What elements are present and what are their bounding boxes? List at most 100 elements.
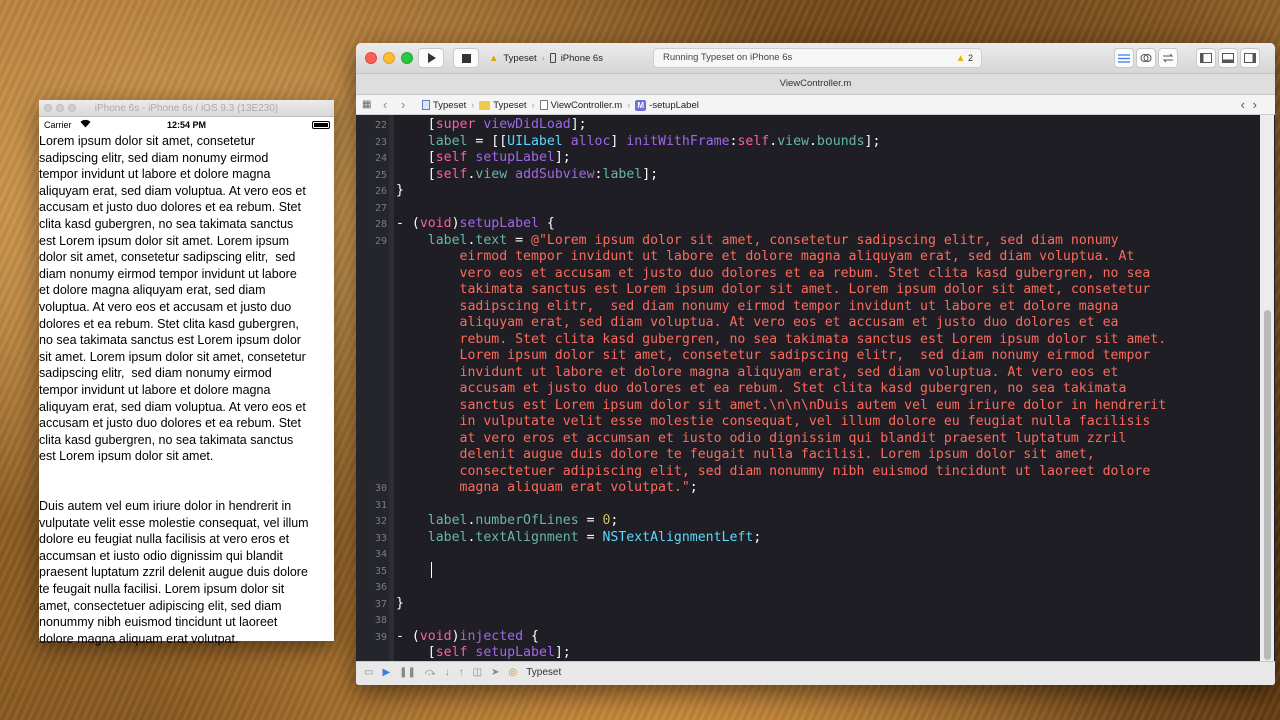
- breadcrumb-group[interactable]: Typeset: [479, 100, 527, 111]
- breadcrumb-project[interactable]: Typeset: [422, 100, 466, 111]
- paragraph-1: Lorem ipsum dolor sit amet, consetetur s…: [39, 134, 306, 464]
- chevron-right-icon: ›: [627, 100, 631, 110]
- battery-icon: [312, 121, 330, 129]
- source-editor[interactable]: 22 23 24 25 26 27 28 29 30 31 32 33 34 35 36 37 38 39 [su…: [356, 115, 1275, 661]
- project-icon: [422, 100, 430, 110]
- line-number: 26: [374, 186, 387, 197]
- breakpoints-icon[interactable]: ▶: [382, 667, 390, 678]
- status-time: 12:54 PM: [166, 120, 207, 130]
- simulator-titlebar[interactable]: iPhone 6s - iPhone 6s / iOS 9.3 (13E230): [39, 100, 334, 117]
- code-line: accusam et justo duo dolores et ea rebum…: [396, 381, 1127, 396]
- activity-status: Running Typeset on iPhone 6s: [663, 52, 793, 63]
- debug-target-name[interactable]: Typeset: [526, 667, 561, 678]
- code-line: invidunt ut labore et dolore magna aliqu…: [396, 364, 1119, 380]
- location-icon[interactable]: ➤: [491, 667, 499, 678]
- status-bar: Carrier 12:54 PM: [39, 117, 334, 133]
- assistant-editor-button[interactable]: [1136, 48, 1156, 68]
- standard-editor-button[interactable]: [1114, 48, 1134, 68]
- right-panel-icon: [1244, 53, 1256, 63]
- line-number: 35: [374, 565, 387, 577]
- code-line: eirmod tempor invidunt ut labore et dolo…: [396, 249, 1135, 264]
- breadcrumb: Typeset › Typeset › ViewController.m › M…: [422, 95, 699, 115]
- line-number: 29: [374, 235, 387, 247]
- navigator-toggle-button[interactable]: [1196, 48, 1216, 68]
- line-number: 22: [374, 120, 387, 131]
- code-line: [self.view addSubview:label];: [396, 166, 659, 182]
- debug-bar: ▭ ▶ ❚❚ ⤼ ↓ ↑ ◫ ➤ ◎ Typeset: [356, 661, 1275, 685]
- line-number-gutter: 22 23 24 25 26 27 28 29 30 31 32 33 34 35 36 37 38 39: [356, 115, 389, 661]
- ios-simulator-window[interactable]: iPhone 6s - iPhone 6s / iOS 9.3 (13E230)…: [39, 100, 334, 646]
- code-line: label.text = @"Lorem ipsum dolor sit ame…: [427, 232, 1119, 248]
- file-icon: [539, 100, 548, 110]
- code-area[interactable]: [super viewDidLoad]; label = [[UILabel a…: [396, 115, 1233, 661]
- code-line: vero eos et accusam et justo duo dolores…: [396, 265, 1151, 281]
- bottom-panel-icon: [1222, 53, 1234, 63]
- forward-arrow-icon[interactable]: ›: [401, 97, 405, 112]
- breadcrumb-file[interactable]: ViewController.m: [539, 100, 622, 111]
- issue-next-icon[interactable]: ›: [1253, 97, 1257, 112]
- jump-bar: ▦ ‹ › Typeset › Typeset › ViewController…: [356, 95, 1275, 115]
- version-editor-button[interactable]: [1158, 48, 1178, 68]
- code-line: delenit augue duis dolore te feugait nul…: [396, 447, 1095, 462]
- chevron-right-icon: ›: [471, 100, 475, 110]
- close-button[interactable]: [44, 104, 52, 112]
- related-items-icon[interactable]: ▦: [362, 99, 371, 110]
- xcode-window[interactable]: ▲ Typeset › iPhone 6s Running Typeset on…: [356, 43, 1275, 685]
- line-number: 30: [374, 483, 387, 494]
- scheme-selector[interactable]: ▲ Typeset › iPhone 6s: [489, 49, 603, 67]
- window-controls[interactable]: [365, 52, 413, 64]
- run-button[interactable]: [418, 48, 444, 68]
- app-icon: ▲: [489, 52, 499, 64]
- code-line: }: [396, 183, 404, 198]
- activity-viewer: Running Typeset on iPhone 6s ▲ 2: [653, 48, 982, 68]
- step-out-icon[interactable]: ↑: [459, 667, 464, 678]
- stop-button[interactable]: [453, 48, 479, 68]
- minimize-button[interactable]: [383, 52, 395, 64]
- close-button[interactable]: [365, 52, 377, 64]
- stop-icon: [461, 53, 471, 63]
- scrollbar-thumb[interactable]: [1264, 310, 1271, 660]
- rings-icon: [1140, 54, 1152, 62]
- utilities-toggle-button[interactable]: [1240, 48, 1260, 68]
- lines-icon: [1118, 53, 1130, 63]
- line-number: 31: [374, 499, 387, 511]
- zoom-button[interactable]: [68, 104, 76, 112]
- code-line: [self setupLabel];: [396, 645, 571, 660]
- code-line: label.numberOfLines = 0;: [427, 513, 619, 528]
- code-folding-ribbon[interactable]: [389, 115, 394, 661]
- left-panel-icon: [1200, 53, 1212, 63]
- target-icon: ◎: [508, 667, 518, 678]
- text-cursor: [431, 562, 432, 578]
- line-number: 34: [374, 549, 387, 560]
- label-text: Lorem ipsum dolor sit amet, consetetur s…: [39, 133, 334, 647]
- pause-icon[interactable]: ❚❚: [399, 667, 416, 678]
- issue-prev-icon[interactable]: ‹: [1241, 97, 1245, 112]
- editor-scrollbar[interactable]: [1233, 115, 1275, 661]
- breadcrumb-method[interactable]: M -setupLabel: [635, 99, 699, 111]
- play-icon: [427, 53, 436, 63]
- code-line: Lorem ipsum dolor sit amet, consetetur s…: [396, 348, 1151, 363]
- code-line: sadipscing elitr, sed diam nonumy eirmod…: [396, 298, 1119, 314]
- code-line: - (void)injected {: [396, 628, 539, 644]
- code-line: magna aliquam erat volutpat.";: [396, 480, 698, 495]
- minimize-button[interactable]: [56, 104, 64, 112]
- code-line: [super viewDidLoad];: [396, 117, 587, 132]
- warning-icon: ▲: [955, 53, 966, 64]
- simulator-window-controls[interactable]: [44, 104, 76, 112]
- chevron-right-icon: ›: [541, 53, 545, 63]
- debug-area-toggle-button[interactable]: [1218, 48, 1238, 68]
- view-hierarchy-icon[interactable]: ◫: [473, 667, 482, 678]
- line-number: 25: [374, 169, 387, 181]
- line-number: 36: [374, 582, 387, 593]
- method-icon: M: [635, 99, 647, 111]
- hide-debug-area-icon[interactable]: ▭: [364, 667, 373, 678]
- back-arrow-icon[interactable]: ‹: [383, 97, 387, 112]
- code-line: sanctus est Lorem ipsum dolor sit amet.\…: [396, 397, 1167, 413]
- zoom-button[interactable]: [401, 52, 413, 64]
- warning-count[interactable]: ▲ 2: [956, 49, 973, 68]
- simulator-title: iPhone 6s - iPhone 6s / iOS 9.3 (13E230): [94, 103, 279, 114]
- step-over-icon[interactable]: ⤼: [425, 667, 436, 678]
- step-into-icon[interactable]: ↓: [445, 667, 450, 678]
- code-line: label = [[UILabel alloc] initWithFrame:s…: [427, 133, 881, 149]
- tab-title: ViewController.m: [356, 73, 1275, 95]
